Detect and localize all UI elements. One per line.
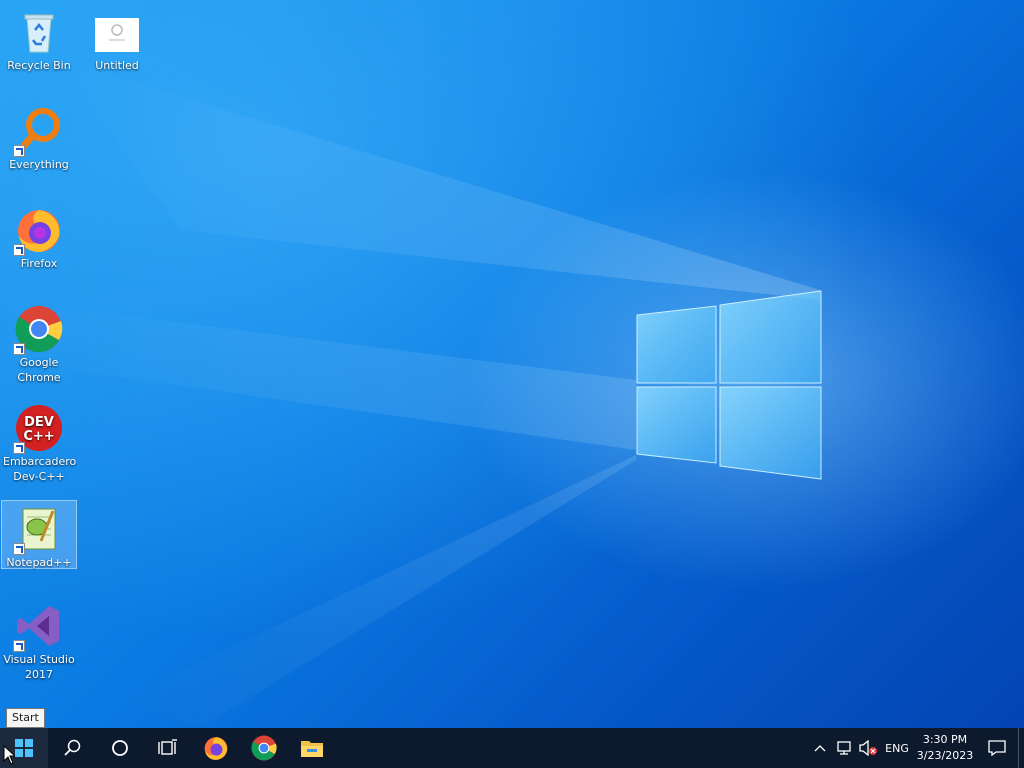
show-desktop-button[interactable] — [1018, 728, 1024, 768]
svg-text:C++: C++ — [23, 429, 54, 444]
show-hidden-icons-button[interactable] — [808, 728, 832, 768]
desktop-icon-label: Embarcadero Dev-C++ — [3, 455, 77, 483]
task-view-button[interactable] — [144, 728, 192, 768]
desktop-icon-label: Google Chrome — [17, 356, 61, 384]
shortcut-arrow-icon — [13, 145, 25, 157]
chevron-up-icon — [814, 745, 826, 752]
desktop-icon-notepad-plus-plus[interactable]: Notepad++ — [1, 500, 77, 569]
cortana-circle-icon — [112, 740, 128, 756]
desktop-icon-visual-studio-2017[interactable]: Visual Studio 2017 — [1, 598, 77, 682]
windows-logo — [636, 290, 822, 480]
wallpaper — [0, 60, 822, 728]
desktop-icon-firefox[interactable]: Firefox — [1, 202, 77, 271]
clock-time: 3:30 PM — [922, 733, 968, 746]
action-center-button[interactable] — [976, 728, 1018, 768]
network-icon — [837, 741, 851, 755]
volume-muted-icon — [859, 740, 877, 756]
notepad-plus-plus-icon — [13, 505, 63, 555]
shortcut-arrow-icon — [13, 244, 25, 256]
magnifier-icon — [13, 107, 63, 157]
desktop-icon-label: Untitled — [95, 59, 139, 72]
desktop-icon-label: Recycle Bin — [7, 59, 71, 72]
taskbar-chrome[interactable] — [240, 728, 288, 768]
volume-button[interactable] — [856, 728, 880, 768]
recycle-bin-icon — [15, 8, 63, 56]
mouse-cursor-icon — [3, 745, 15, 765]
cortana-button[interactable] — [96, 728, 144, 768]
chrome-icon — [13, 305, 63, 355]
clock[interactable]: 3:30 PM 3/23/2023 — [914, 728, 976, 768]
search-icon — [64, 739, 81, 756]
document-icon — [93, 8, 141, 56]
shortcut-arrow-icon — [13, 442, 25, 454]
language-indicator[interactable]: ENG — [880, 728, 914, 768]
system-tray: ENG 3:30 PM 3/23/2023 — [808, 728, 1024, 768]
desktop-icon-label: Visual Studio 2017 — [3, 653, 75, 681]
firefox-icon — [204, 737, 228, 760]
chrome-icon — [251, 735, 277, 761]
desktop-icon-untitled[interactable]: Untitled — [79, 4, 155, 73]
taskbar-firefox[interactable] — [192, 728, 240, 768]
desktop-icon-label: Everything — [9, 158, 69, 171]
shortcut-arrow-icon — [13, 343, 25, 355]
desktop-icon-recycle-bin[interactable]: Recycle Bin — [1, 4, 77, 73]
desktop-icon-dev-cpp[interactable]: DEV C++ Embarcadero Dev-C++ — [1, 400, 77, 484]
notification-icon — [988, 740, 1006, 756]
taskbar-file-explorer[interactable] — [288, 728, 336, 768]
clock-date: 3/23/2023 — [916, 749, 974, 762]
desktop-icon-label: Firefox — [20, 257, 58, 270]
shortcut-arrow-icon — [13, 640, 25, 652]
start-tooltip: Start — [6, 708, 45, 728]
dev-cpp-icon: DEV C++ — [13, 404, 63, 454]
desktop-icon-label: Notepad++ — [6, 556, 72, 569]
taskbar: ENG 3:30 PM 3/23/2023 — [0, 728, 1024, 768]
firefox-icon — [13, 206, 63, 256]
task-view-icon — [158, 739, 177, 755]
visual-studio-icon — [13, 602, 63, 652]
folder-icon — [301, 741, 323, 757]
windows-start-icon — [15, 739, 33, 757]
network-button[interactable] — [832, 728, 856, 768]
desktop-icon-everything[interactable]: Everything — [1, 103, 77, 172]
desktop-icon-google-chrome[interactable]: Google Chrome — [1, 301, 77, 385]
shortcut-arrow-icon — [13, 543, 25, 555]
svg-text:DEV: DEV — [24, 415, 54, 430]
search-button[interactable] — [48, 728, 96, 768]
